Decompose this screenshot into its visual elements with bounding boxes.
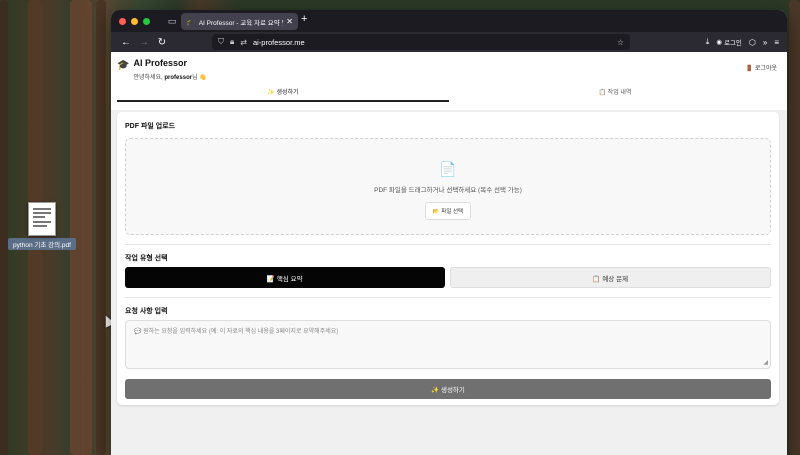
- greeting-suffix: 님 👋: [192, 75, 207, 81]
- resize-handle-icon[interactable]: ◢: [763, 359, 768, 366]
- menu-icon[interactable]: ≡: [774, 38, 779, 47]
- dropzone-text: PDF 파일을 드래그하거나 선택하세요 (복수 선택 가능): [374, 187, 522, 194]
- url-text: ai-professor.me: [252, 37, 305, 47]
- quiz-option-button[interactable]: 📋 예상 문제: [449, 267, 771, 288]
- graduation-cap-icon: 🎓: [186, 18, 195, 26]
- maximize-window-button[interactable]: [143, 17, 150, 25]
- reload-icon[interactable]: ↻: [153, 37, 171, 48]
- graduation-cap-icon: 🎓: [117, 60, 130, 71]
- request-placeholder: 💬 원하는 요청을 입력하세요 (예: 이 자료의 핵심 내용을 3페이지로 요…: [134, 329, 339, 335]
- minimize-window-button[interactable]: [131, 17, 138, 25]
- close-tab-icon[interactable]: ✕: [286, 17, 293, 26]
- document-icon: 📄: [439, 161, 457, 177]
- back-arrow-icon[interactable]: ←: [117, 37, 135, 48]
- request-heading: 요청 사항 입력: [125, 308, 168, 315]
- task-type-heading: 작업 유형 선택: [125, 255, 168, 262]
- file-select-button[interactable]: 📂 파일 선택: [424, 202, 472, 220]
- generate-panel: PDF 파일 업로드 📄 PDF 파일을 드래그하거나 선택하세요 (복수 선택…: [117, 112, 779, 405]
- desktop-file-label: python 기초 강의.pdf: [8, 238, 76, 250]
- tab-groups-icon[interactable]: ▭: [165, 16, 179, 27]
- task-type-options: 📝 핵심 요약 📋 예상 문제: [125, 267, 771, 288]
- login-label: 로그인: [723, 40, 742, 47]
- extensions-icon[interactable]: ⬡: [749, 38, 756, 47]
- shield-icon: ⛉: [218, 37, 224, 46]
- main-tabs: ✨ 생성하기 📋 작업 내역: [117, 86, 781, 102]
- pdf-dropzone[interactable]: 📄 PDF 파일을 드래그하거나 선택하세요 (복수 선택 가능) 📂 파일 선…: [125, 138, 771, 235]
- toolbar-right-actions: ⤓ ◉ 로그인 ⬡ » ≡: [706, 34, 779, 50]
- greeting-prefix: 안녕하세요,: [133, 75, 165, 81]
- request-textarea[interactable]: 💬 원하는 요청을 입력하세요 (예: 이 자료의 핵심 내용을 3페이지로 요…: [125, 320, 771, 369]
- divider: [125, 297, 771, 298]
- browser-tab[interactable]: 🎓 AI Professor - 교육 자료 요약 및 문제 ✕: [181, 13, 298, 30]
- account-icon: ◉: [716, 39, 722, 46]
- greeting-username: professor: [164, 75, 193, 81]
- generate-button[interactable]: ✨ 생성하기: [125, 379, 771, 399]
- desktop-file-python-pdf[interactable]: python 기초 강의.pdf: [8, 202, 76, 250]
- forward-arrow-icon[interactable]: →: [135, 37, 153, 48]
- tab-title: AI Professor - 교육 자료 요약 및 문제: [198, 19, 284, 27]
- account-login-button[interactable]: ◉ 로그인: [716, 37, 742, 47]
- summary-option-button[interactable]: 📝 핵심 요약: [125, 267, 445, 288]
- downloads-icon[interactable]: ⤓: [706, 37, 710, 47]
- brand-title: AI Professor: [133, 58, 187, 68]
- web-page: 🎓 AI Professor 안녕하세요, professor님 👋 🚪 로그아…: [111, 52, 787, 455]
- new-tab-button[interactable]: +: [301, 13, 307, 25]
- tab-history[interactable]: 📋 작업 내역: [449, 86, 781, 102]
- browser-window: ▭ 🎓 AI Professor - 교육 자료 요약 및 문제 ✕ + ← →…: [111, 10, 787, 455]
- pdf-thumbnail-icon: [28, 202, 56, 236]
- browser-titlebar: ▭ 🎓 AI Professor - 교육 자료 요약 및 문제 ✕ +: [111, 10, 787, 32]
- lock-icon: 🔒︎: [230, 37, 235, 46]
- app-header: 🎓 AI Professor 안녕하세요, professor님 👋 🚪 로그아…: [111, 52, 787, 110]
- logout-button[interactable]: 🚪 로그아웃: [746, 63, 777, 72]
- upload-heading: PDF 파일 업로드: [125, 123, 176, 130]
- close-window-button[interactable]: [119, 17, 126, 25]
- address-bar[interactable]: ⛉ 🔒︎ ⇄ ai-professor.me ☆: [212, 34, 630, 50]
- permissions-icon: ⇄: [240, 37, 247, 47]
- divider: [125, 244, 771, 245]
- bookmark-star-icon[interactable]: ☆: [617, 38, 624, 47]
- brand: 🎓 AI Professor 안녕하세요, professor님 👋: [117, 58, 207, 81]
- more-tools-icon[interactable]: »: [763, 38, 767, 47]
- tab-generate[interactable]: ✨ 생성하기: [117, 86, 449, 102]
- greeting: 안녕하세요, professor님 👋: [133, 72, 206, 81]
